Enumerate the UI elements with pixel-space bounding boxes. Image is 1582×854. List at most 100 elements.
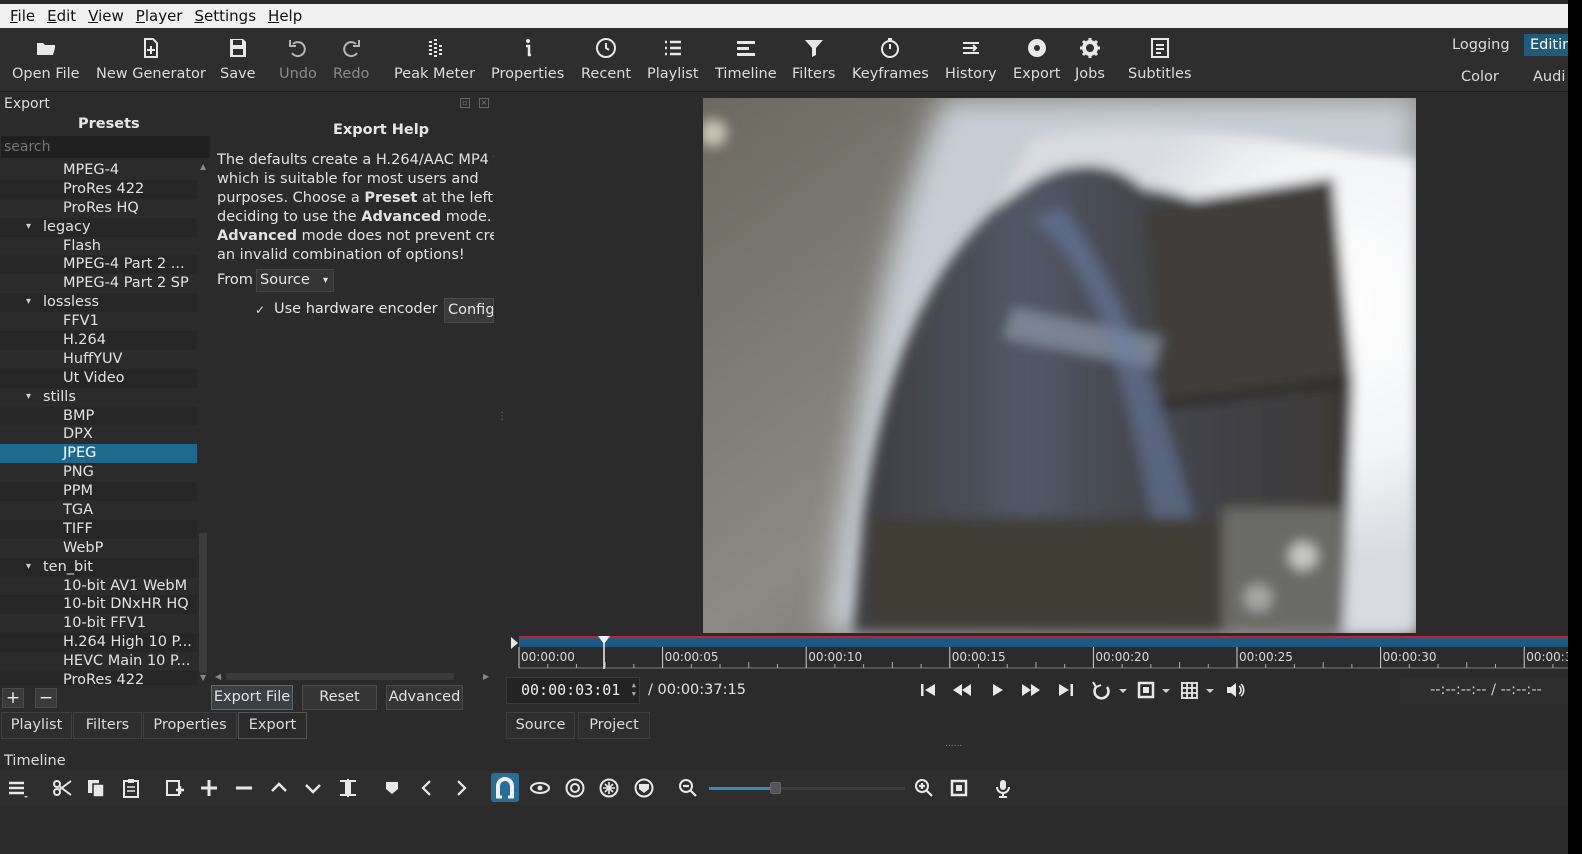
copy-icon[interactable] bbox=[85, 777, 107, 799]
skip-to-end-icon[interactable] bbox=[1055, 679, 1077, 701]
jobs-button[interactable]: Jobs bbox=[1075, 36, 1105, 88]
preset-item[interactable]: TIFF bbox=[0, 519, 197, 539]
history-button[interactable]: History bbox=[945, 36, 997, 88]
fast-forward-icon[interactable] bbox=[1020, 679, 1042, 701]
preset-item[interactable]: PPM bbox=[0, 482, 197, 502]
append-icon[interactable] bbox=[164, 777, 186, 799]
advanced-button[interactable]: Advanced bbox=[386, 685, 463, 710]
preset-group[interactable]: ▾ stills bbox=[0, 388, 197, 407]
preset-item[interactable]: H.264 bbox=[0, 331, 197, 350]
save-button[interactable]: Save bbox=[220, 36, 256, 88]
next-marker-icon[interactable] bbox=[450, 777, 472, 799]
lift-icon[interactable] bbox=[268, 777, 290, 799]
dock-float-icon[interactable]: ▫ bbox=[460, 98, 470, 108]
preset-item[interactable]: DPX bbox=[0, 425, 197, 444]
timeline-tracks-area[interactable] bbox=[0, 805, 1568, 854]
help-scrollbar-thumb[interactable] bbox=[226, 673, 454, 680]
layout-audio[interactable]: Audi bbox=[1533, 69, 1565, 85]
preset-item[interactable]: MPEG-4 Part 2 ... bbox=[0, 255, 197, 275]
spin-arrows-icon[interactable]: ▲ ▼ bbox=[632, 681, 636, 699]
split-icon[interactable] bbox=[337, 777, 359, 799]
plus-icon[interactable] bbox=[198, 777, 220, 799]
layout-editing[interactable]: Editin bbox=[1524, 34, 1568, 56]
undo-button[interactable]: Undo bbox=[279, 36, 317, 88]
scrub-drag-icon[interactable] bbox=[529, 777, 551, 799]
zoom-slider[interactable] bbox=[709, 787, 905, 790]
config-button[interactable]: Config bbox=[444, 298, 494, 323]
microphone-icon[interactable] bbox=[992, 777, 1014, 799]
menu-help[interactable]: Help bbox=[262, 7, 308, 25]
tab-export[interactable]: Export bbox=[238, 712, 307, 739]
expand-arrow-icon[interactable]: ▾ bbox=[26, 558, 31, 577]
menu-view[interactable]: View bbox=[82, 7, 130, 25]
hardware-encoder-checkbox[interactable]: ✓ bbox=[255, 304, 268, 317]
preset-item[interactable]: 10-bit DNxHR HQ bbox=[0, 595, 197, 615]
preset-item[interactable]: ProRes 422 bbox=[0, 671, 197, 685]
preset-group[interactable]: ▾ ten_bit bbox=[0, 557, 197, 577]
export-toolbar-button[interactable]: Export bbox=[1013, 36, 1060, 88]
time-ruler[interactable]: 00:00:00 00:00:05 00:00:10 00:00:15 00:00:20… bbox=[511, 635, 1568, 669]
preset-search-input[interactable] bbox=[1, 136, 210, 158]
ripple-icon[interactable] bbox=[564, 777, 586, 799]
preset-item[interactable]: Ut Video bbox=[0, 368, 197, 388]
loop-icon[interactable] bbox=[1090, 679, 1130, 701]
paste-icon[interactable] bbox=[120, 777, 142, 799]
menu-edit[interactable]: Edit bbox=[41, 7, 82, 25]
preset-item[interactable]: ProRes 422 bbox=[0, 179, 197, 199]
preset-item[interactable]: ProRes HQ bbox=[0, 199, 197, 218]
preset-item[interactable]: BMP bbox=[0, 406, 197, 426]
tab-source[interactable]: Source bbox=[506, 712, 575, 739]
subtitles-button[interactable]: Subtitles bbox=[1128, 36, 1192, 88]
preset-item[interactable]: 10-bit AV1 WebM bbox=[0, 577, 197, 596]
splitter-handle[interactable]: ⋮ bbox=[497, 411, 507, 422]
menu-player[interactable]: Player bbox=[130, 7, 189, 25]
volume-icon[interactable] bbox=[1224, 679, 1246, 701]
scrollbar-thumb[interactable] bbox=[199, 533, 207, 673]
preset-item[interactable]: Flash bbox=[0, 237, 197, 256]
tab-playlist[interactable]: Playlist bbox=[1, 712, 72, 739]
menu-settings[interactable]: Settings bbox=[188, 7, 262, 25]
recent-button[interactable]: Recent bbox=[581, 36, 631, 88]
ripple-markers-icon[interactable] bbox=[633, 777, 655, 799]
peak-meter-button[interactable]: Peak Meter bbox=[394, 36, 475, 88]
layout-logging[interactable]: Logging bbox=[1452, 37, 1510, 53]
zoom-out-icon[interactable] bbox=[677, 777, 699, 799]
marker-icon[interactable] bbox=[381, 777, 403, 799]
new-generator-button[interactable]: New Generator bbox=[96, 36, 206, 88]
keyframes-button[interactable]: Keyframes bbox=[852, 36, 929, 88]
reset-button[interactable]: Reset bbox=[302, 685, 377, 710]
scroll-right-arrow-icon[interactable]: ▶ bbox=[483, 672, 489, 681]
preset-group[interactable]: ▾ lossless bbox=[0, 293, 197, 313]
preset-item[interactable]: TGA bbox=[0, 501, 197, 520]
menu-file[interactable]: File bbox=[4, 7, 41, 25]
grid-icon[interactable] bbox=[1178, 679, 1218, 701]
skip-to-start-icon[interactable] bbox=[917, 679, 939, 701]
preset-item[interactable]: HuffYUV bbox=[0, 350, 197, 369]
properties-button[interactable]: Properties bbox=[491, 36, 564, 88]
scroll-down-arrow-icon[interactable]: ▼ bbox=[200, 673, 206, 682]
minus-icon[interactable] bbox=[233, 777, 255, 799]
timecode-spinbox[interactable]: 00:00:03:01 ▲ ▼ bbox=[506, 677, 640, 704]
tab-properties[interactable]: Properties bbox=[143, 712, 237, 739]
video-preview[interactable] bbox=[703, 98, 1416, 633]
filters-toolbar-button[interactable]: Filters bbox=[792, 36, 835, 88]
preset-group[interactable]: ▾ legacy bbox=[0, 217, 197, 237]
preset-item[interactable]: 10-bit FFV1 bbox=[0, 614, 197, 633]
preset-item[interactable]: PNG bbox=[0, 463, 197, 482]
expand-arrow-icon[interactable]: ▾ bbox=[26, 388, 31, 407]
remove-preset-button[interactable]: − bbox=[35, 688, 57, 708]
preset-item[interactable]: JPEG bbox=[0, 444, 197, 464]
overwrite-icon[interactable] bbox=[302, 777, 324, 799]
expand-arrow-icon[interactable]: ▾ bbox=[26, 293, 31, 312]
preset-item[interactable]: FFV1 bbox=[0, 312, 197, 331]
preset-item[interactable]: HEVC Main 10 P... bbox=[0, 652, 197, 671]
add-preset-button[interactable]: + bbox=[2, 688, 24, 708]
preset-item[interactable]: WebP bbox=[0, 539, 197, 558]
open-file-button[interactable]: Open File bbox=[12, 36, 80, 88]
help-horizontal-scrollbar[interactable]: ◀ ▶ bbox=[212, 670, 494, 683]
presets-vertical-scrollbar[interactable]: ▲ ▼ bbox=[197, 161, 210, 685]
playlist-toolbar-button[interactable]: Playlist bbox=[647, 36, 699, 88]
expand-arrow-icon[interactable]: ▾ bbox=[26, 218, 31, 237]
layout-color[interactable]: Color bbox=[1461, 69, 1499, 85]
cut-icon[interactable] bbox=[51, 777, 73, 799]
